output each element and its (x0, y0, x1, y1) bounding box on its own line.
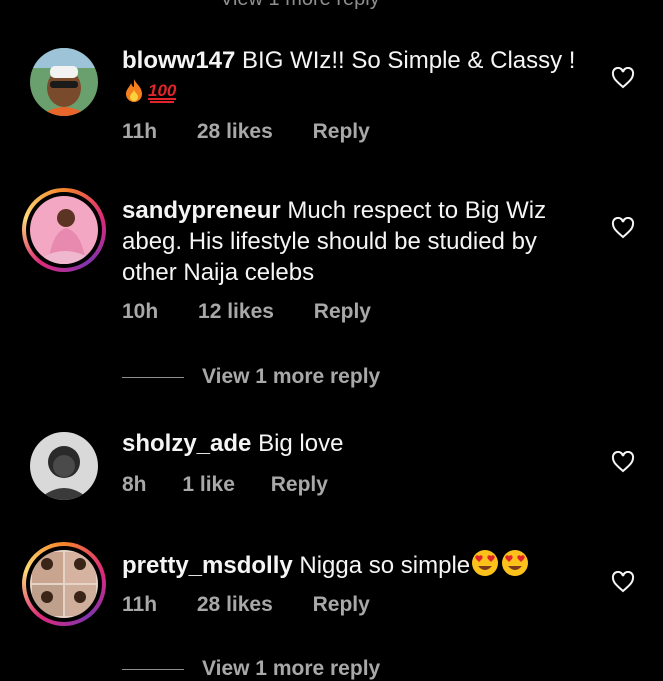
comment-username[interactable]: sholzy_ade (122, 430, 251, 457)
comment-likes[interactable]: 12 likes (198, 300, 274, 323)
comment-time: 8h (122, 473, 147, 496)
comment-time: 11h (122, 593, 158, 616)
avatar[interactable] (30, 48, 98, 116)
reply-button[interactable]: Reply (271, 473, 328, 496)
comment-username[interactable]: bloww147 (122, 47, 235, 74)
reply-button[interactable]: Reply (314, 300, 371, 323)
comment-body: sandypreneur Much respect to Big Wiz abe… (122, 195, 592, 288)
comment-meta: 10h 12 likes Reply (122, 300, 405, 324)
comment-meta: 11h 28 likes Reply (122, 593, 404, 617)
reply-button[interactable]: Reply (313, 593, 370, 616)
avatar (30, 550, 98, 618)
view-more-label[interactable]: View 1 more reply (202, 657, 380, 680)
divider-line (122, 668, 184, 670)
comment-username[interactable]: pretty_msdolly (122, 552, 293, 579)
heart-outline-icon[interactable] (611, 216, 635, 239)
story-ring[interactable] (22, 188, 106, 272)
comment-meta: 11h 28 likes Reply (122, 120, 404, 144)
comment-username[interactable]: sandypreneur (122, 197, 281, 224)
comment-body: pretty_msdolly Nigga so simple (122, 548, 592, 586)
comment-text: Big love (258, 430, 344, 457)
comment-body: bloww147 BIG WIz!! So Simple & Classy ! … (122, 45, 592, 112)
comment-body: sholzy_ade Big love (122, 428, 592, 459)
comment-time: 11h (122, 120, 158, 143)
svg-text:100: 100 (148, 81, 177, 100)
view-more-replies[interactable]: View 1 more reply (122, 657, 380, 681)
hundred-emoji: 100 (146, 78, 180, 112)
avatar (30, 196, 98, 264)
comment-likes[interactable]: 1 like (182, 473, 235, 496)
comment-meta: 8h 1 like Reply (122, 473, 362, 497)
avatar[interactable] (30, 432, 98, 500)
comment-time: 10h (122, 300, 159, 323)
comment-text: BIG WIz!! So Simple & Classy ! (242, 47, 576, 74)
view-more-replies-partial[interactable]: View 1 more reply (220, 0, 380, 11)
comment-likes[interactable]: 28 likes (197, 593, 273, 616)
heart-outline-icon[interactable] (611, 450, 635, 473)
view-more-replies[interactable]: View 1 more reply (122, 365, 380, 389)
heart-outline-icon[interactable] (611, 66, 635, 89)
heart-outline-icon[interactable] (611, 570, 635, 593)
view-more-label[interactable]: View 1 more reply (202, 365, 380, 388)
divider-line (122, 376, 184, 378)
reply-button[interactable]: Reply (313, 120, 370, 143)
heart-eyes-emoji (500, 548, 530, 586)
comment-likes[interactable]: 28 likes (197, 120, 273, 143)
fire-emoji (122, 78, 146, 112)
heart-eyes-emoji (470, 548, 500, 586)
comment-text: Nigga so simple (299, 552, 471, 579)
story-ring[interactable] (22, 542, 106, 626)
